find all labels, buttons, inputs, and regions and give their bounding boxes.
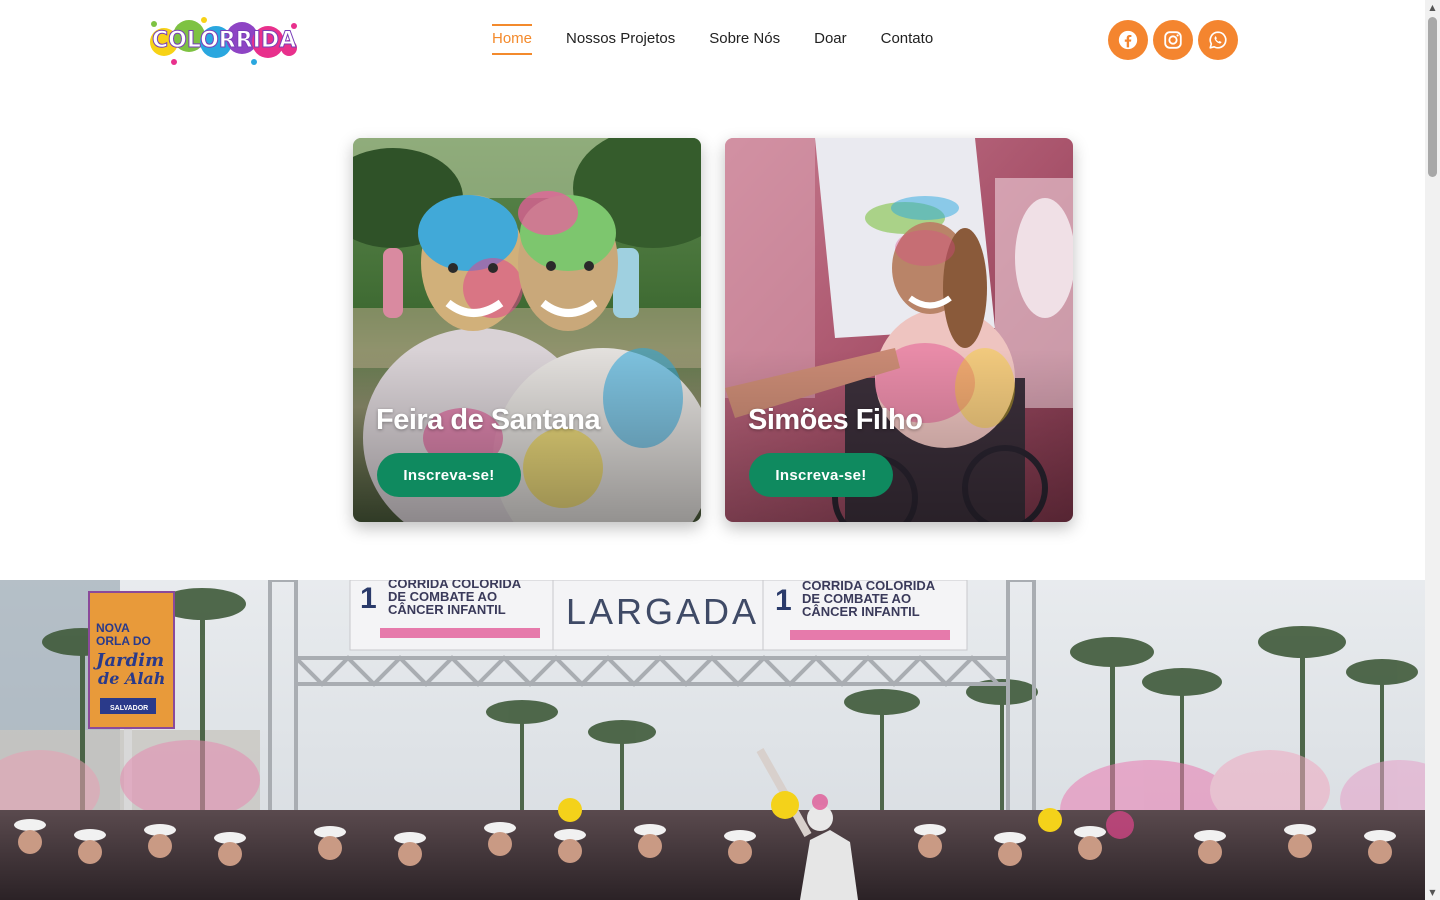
sign-line-4: de Alah <box>98 669 165 688</box>
sign-line-2: ORLA DO <box>96 634 151 648</box>
card-title: Simões Filho <box>748 404 923 436</box>
race-start-photo: 1 CORRIDA COLORIDA DE COMBATE AO CÂNCER … <box>0 580 1425 900</box>
nav-contato[interactable]: Contato <box>881 24 934 55</box>
facebook-icon <box>1118 30 1138 50</box>
event-card-simoes-filho: Simões Filho Inscreva-se! <box>725 138 1073 522</box>
site-logo[interactable]: COLORRIDA <box>144 12 300 68</box>
site-header: COLORRIDA Home Nossos Projetos Sobre Nós… <box>0 0 1425 80</box>
whatsapp-icon <box>1209 31 1227 49</box>
banner-ordinal-right: 1 <box>775 584 792 617</box>
sign-line-3: Jardim <box>93 650 164 671</box>
card-title: Feira de Santana <box>376 404 601 436</box>
banner-ordinal-left: 1 <box>360 582 377 615</box>
event-cards: Feira de Santana Inscreva-se! Simões Fil… <box>353 138 1073 522</box>
banner-largada: LARGADA <box>566 591 759 632</box>
scroll-up-arrow-icon[interactable]: ▲ <box>1425 0 1440 15</box>
banner-right-line-3: CÂNCER INFANTIL <box>802 604 920 619</box>
sign-line-1: NOVA <box>96 621 130 635</box>
scroll-thumb[interactable] <box>1428 17 1437 177</box>
scroll-down-arrow-icon[interactable]: ▼ <box>1425 885 1440 900</box>
nav-doar[interactable]: Doar <box>814 24 847 55</box>
nav-nossos-projetos[interactable]: Nossos Projetos <box>566 24 675 55</box>
event-card-feira-de-santana: Feira de Santana Inscreva-se! <box>353 138 701 522</box>
instagram-icon <box>1164 31 1182 49</box>
banner-left-line-3: CÂNCER INFANTIL <box>388 602 506 617</box>
sign-line-5: SALVADOR <box>110 705 148 712</box>
instagram-button[interactable] <box>1153 20 1193 60</box>
register-button[interactable]: Inscreva-se! <box>377 453 521 497</box>
facebook-button[interactable] <box>1108 20 1148 60</box>
main-nav: Home Nossos Projetos Sobre Nós Doar Cont… <box>492 24 933 55</box>
logo-text: COLORRIDA <box>151 28 297 54</box>
nav-home[interactable]: Home <box>492 24 533 55</box>
hero-start-line-photo: 1 CORRIDA COLORIDA DE COMBATE AO CÂNCER … <box>0 580 1425 900</box>
whatsapp-button[interactable] <box>1198 20 1238 60</box>
nav-sobre-nos[interactable]: Sobre Nós <box>709 24 780 55</box>
social-links <box>1108 20 1238 60</box>
page-scrollbar[interactable]: ▲ ▼ <box>1425 0 1440 900</box>
register-button[interactable]: Inscreva-se! <box>749 453 893 497</box>
